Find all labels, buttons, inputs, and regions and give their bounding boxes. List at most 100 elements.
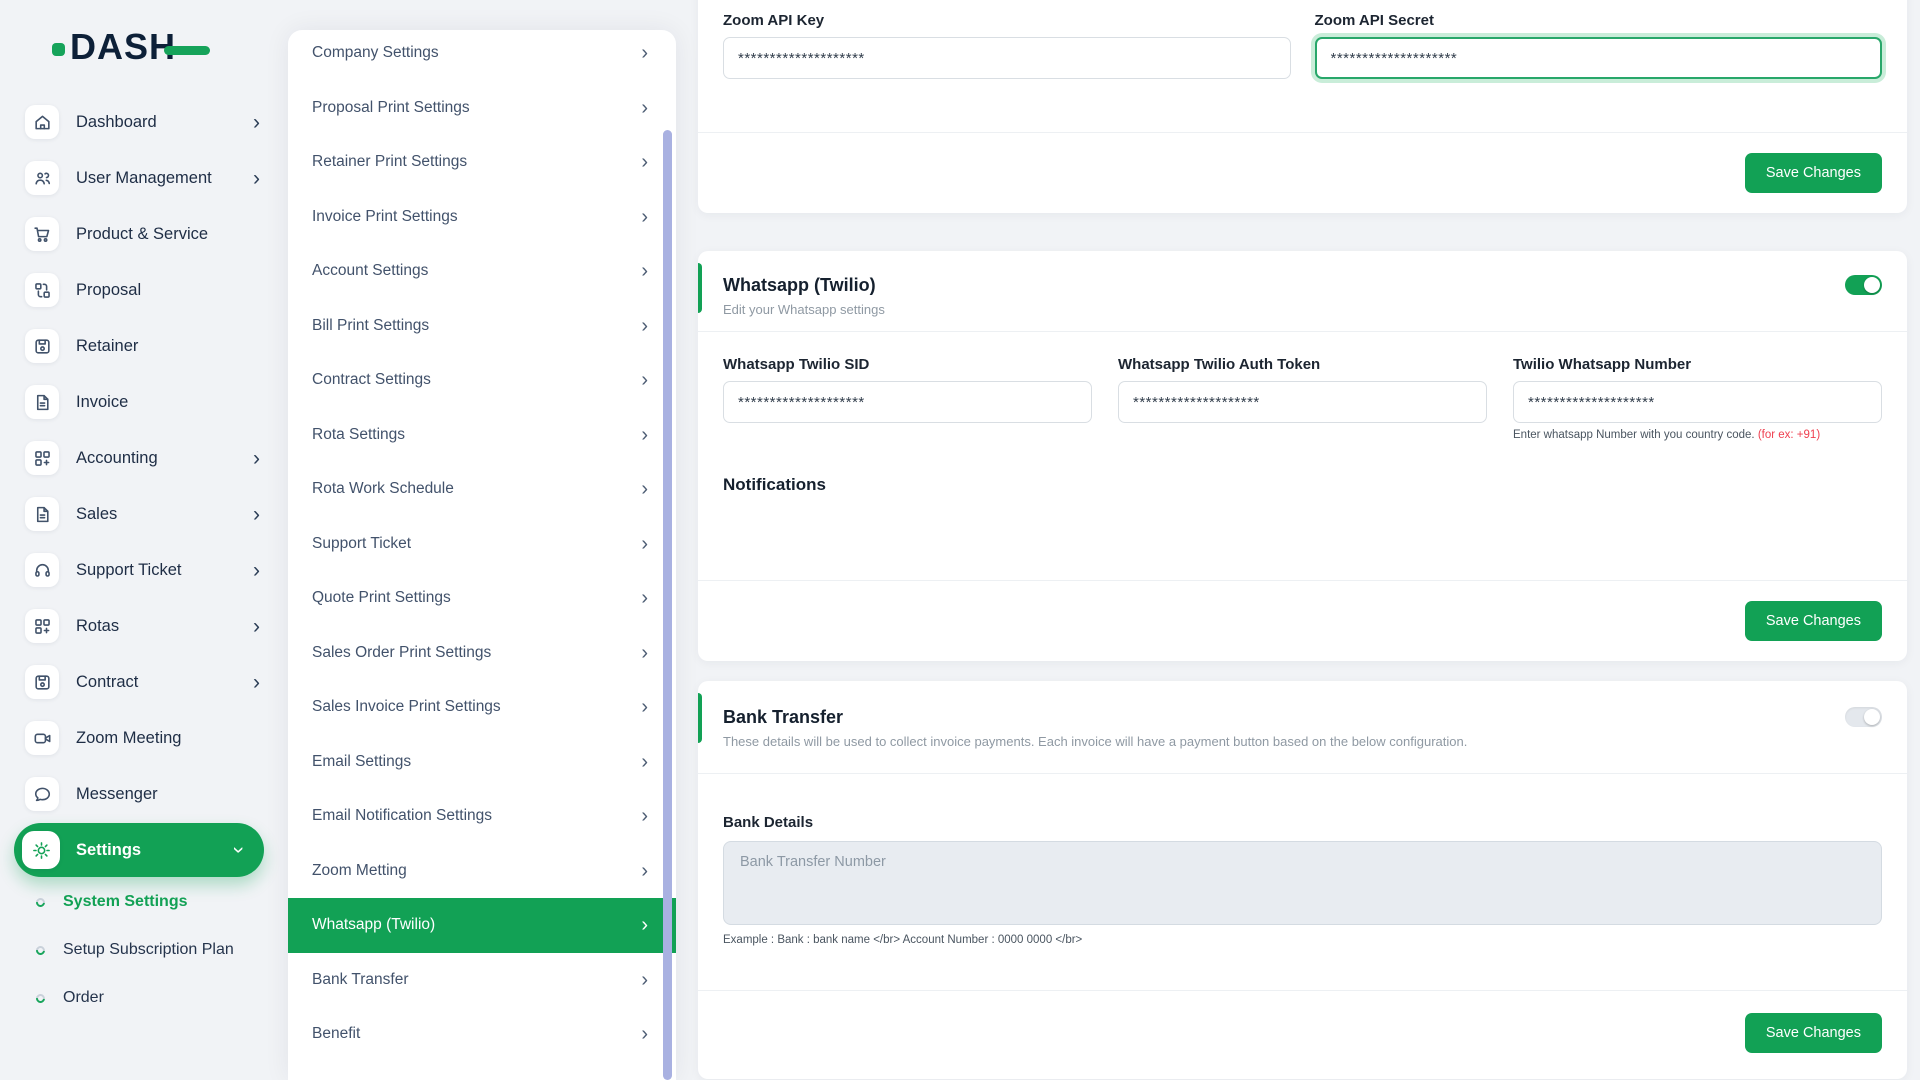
field-label: Zoom API Key xyxy=(723,12,1291,29)
sidebar-item-zoom-meeting[interactable]: Zoom Meeting xyxy=(0,710,288,766)
settings-menu-item-proposal-print-settings[interactable]: Proposal Print Settings› xyxy=(288,81,676,136)
file-icon xyxy=(25,385,59,419)
menu-item-label: Benefit xyxy=(312,1025,641,1043)
sidebar-item-proposal[interactable]: Proposal xyxy=(0,262,288,318)
zoom-save-changes-button[interactable]: Save Changes xyxy=(1745,153,1882,193)
bank-save-changes-button[interactable]: Save Changes xyxy=(1745,1013,1882,1053)
chevron-right-icon: › xyxy=(641,861,648,881)
chevron-right-icon: › xyxy=(641,370,648,390)
settings-menu-item-contract-settings[interactable]: Contract Settings› xyxy=(288,353,676,408)
chevron-right-icon: › xyxy=(641,534,648,554)
chevron-right-icon: › xyxy=(641,43,648,63)
sidebar-subitem-label: Setup Subscription Plan xyxy=(63,941,234,959)
twilio-auth-token-input[interactable] xyxy=(1118,381,1487,423)
sidebar-subitem-system-settings[interactable]: System Settings xyxy=(0,878,288,926)
cart-icon xyxy=(25,217,59,251)
sidebar-item-label: Contract xyxy=(76,673,236,692)
chevron-right-icon: › xyxy=(641,425,648,445)
chevron-right-icon: › xyxy=(253,168,260,189)
whatsapp-save-changes-button[interactable]: Save Changes xyxy=(1745,601,1882,641)
sidebar-item-messenger[interactable]: Messenger xyxy=(0,766,288,822)
app-root: DASH Dashboard › User Management › Produ… xyxy=(0,0,1920,1080)
sidebar-item-invoice[interactable]: Invoice xyxy=(0,374,288,430)
settings-menu-item-zoom-metting[interactable]: Zoom Metting› xyxy=(288,844,676,899)
sidebar-item-retainer[interactable]: Retainer xyxy=(0,318,288,374)
sidebar-item-label: Invoice xyxy=(76,393,288,412)
gear-icon xyxy=(22,831,60,869)
chevron-right-icon: › xyxy=(641,970,648,990)
chevron-right-icon: › xyxy=(641,915,648,935)
settings-menu-item-bank-transfer[interactable]: Bank Transfer› xyxy=(288,953,676,1008)
menu-item-label: Sales Invoice Print Settings xyxy=(312,698,641,716)
sidebar-item-rotas[interactable]: Rotas › xyxy=(0,598,288,654)
settings-menu-item-support-ticket[interactable]: Support Ticket› xyxy=(288,517,676,572)
sidebar-item-label: User Management xyxy=(76,169,236,188)
sidebar-item-sales[interactable]: Sales › xyxy=(0,486,288,542)
bullet-icon xyxy=(34,944,47,957)
settings-menu-item-invoice-print-settings[interactable]: Invoice Print Settings› xyxy=(288,190,676,245)
sidebar-item-label: Dashboard xyxy=(76,113,236,132)
whatsapp-card-header: Whatsapp (Twilio) Edit your Whatsapp set… xyxy=(698,251,1907,331)
bank-transfer-enable-toggle[interactable] xyxy=(1845,707,1882,727)
twilio-sid-field: Whatsapp Twilio SID xyxy=(723,356,1092,441)
twilio-whatsapp-number-input[interactable] xyxy=(1513,381,1882,423)
grid-plus-icon xyxy=(25,609,59,643)
settings-menu-item-benefit[interactable]: Benefit› xyxy=(288,1007,676,1062)
settings-menu-item-sales-order-print-settings[interactable]: Sales Order Print Settings› xyxy=(288,626,676,681)
settings-menu-scrollbar[interactable] xyxy=(663,130,672,1080)
sidebar-item-support-ticket[interactable]: Support Ticket › xyxy=(0,542,288,598)
bank-details-textarea[interactable] xyxy=(723,841,1882,925)
chevron-right-icon: › xyxy=(641,152,648,172)
settings-menu-item-quote-print-settings[interactable]: Quote Print Settings› xyxy=(288,571,676,626)
twilio-whatsapp-number-field: Twilio Whatsapp Number Enter whatsapp Nu… xyxy=(1513,356,1882,441)
sidebar-item-settings[interactable]: Settings › xyxy=(14,823,264,877)
sidebar-item-label: Product & Service xyxy=(76,225,288,244)
section-title: Whatsapp (Twilio) xyxy=(723,275,1882,296)
menu-item-label: Rota Work Schedule xyxy=(312,480,641,498)
sidebar-item-dashboard[interactable]: Dashboard › xyxy=(0,94,288,150)
menu-item-label: Account Settings xyxy=(312,262,641,280)
zoom-api-secret-input[interactable] xyxy=(1315,37,1883,79)
menu-item-label: Support Ticket xyxy=(312,535,641,553)
sidebar-item-user-management[interactable]: User Management › xyxy=(0,150,288,206)
sidebar-subitem-setup-subscription-plan[interactable]: Setup Subscription Plan xyxy=(0,926,288,974)
whatsapp-enable-toggle[interactable] xyxy=(1845,275,1882,295)
main-content: Zoom API Key Zoom API Secret Save Change… xyxy=(698,0,1907,1080)
settings-menu-item-email-notification-settings[interactable]: Email Notification Settings› xyxy=(288,789,676,844)
twilio-sid-input[interactable] xyxy=(723,381,1092,423)
sidebar-item-label: Sales xyxy=(76,505,236,524)
settings-menu-item-whatsapp-twilio[interactable]: Whatsapp (Twilio)› xyxy=(288,898,676,953)
field-label: Twilio Whatsapp Number xyxy=(1513,356,1882,373)
settings-menu-item-sales-invoice-print-settings[interactable]: Sales Invoice Print Settings› xyxy=(288,680,676,735)
sidebar-subitem-order[interactable]: Order xyxy=(0,974,288,1022)
grid-plus-icon xyxy=(25,441,59,475)
toggle-knob xyxy=(1864,277,1880,293)
menu-item-label: Sales Order Print Settings xyxy=(312,644,641,662)
settings-menu-item-retainer-print-settings[interactable]: Retainer Print Settings› xyxy=(288,135,676,190)
settings-menu-item-rota-settings[interactable]: Rota Settings› xyxy=(288,408,676,463)
section-subtitle: These details will be used to collect in… xyxy=(723,734,1882,749)
field-label: Whatsapp Twilio SID xyxy=(723,356,1092,373)
chevron-right-icon: › xyxy=(641,479,648,499)
settings-menu-list: Company Settings› Proposal Print Setting… xyxy=(288,30,676,1080)
chevron-right-icon: › xyxy=(641,697,648,717)
sidebar-item-product-service[interactable]: Product & Service xyxy=(0,206,288,262)
menu-item-label: Invoice Print Settings xyxy=(312,208,641,226)
workflow-icon xyxy=(25,273,59,307)
floppy-icon xyxy=(25,329,59,363)
sidebar-item-label: Zoom Meeting xyxy=(76,729,288,748)
chevron-right-icon: › xyxy=(641,207,648,227)
settings-menu-item-sick-leave[interactable]: Sick Leave› xyxy=(288,1062,676,1080)
settings-menu-item-rota-work-schedule[interactable]: Rota Work Schedule› xyxy=(288,462,676,517)
settings-menu-item-company-settings[interactable]: Company Settings› xyxy=(288,30,676,81)
chevron-right-icon: › xyxy=(253,616,260,637)
settings-menu-item-email-settings[interactable]: Email Settings› xyxy=(288,735,676,790)
settings-menu-item-bill-print-settings[interactable]: Bill Print Settings› xyxy=(288,299,676,354)
helper-highlight: (for ex: +91) xyxy=(1758,429,1820,441)
chevron-down-icon: › xyxy=(227,847,251,854)
menu-item-label: Bank Transfer xyxy=(312,971,641,989)
sidebar-item-contract[interactable]: Contract › xyxy=(0,654,288,710)
sidebar-item-accounting[interactable]: Accounting › xyxy=(0,430,288,486)
settings-menu-item-account-settings[interactable]: Account Settings› xyxy=(288,244,676,299)
zoom-api-key-input[interactable] xyxy=(723,37,1291,79)
